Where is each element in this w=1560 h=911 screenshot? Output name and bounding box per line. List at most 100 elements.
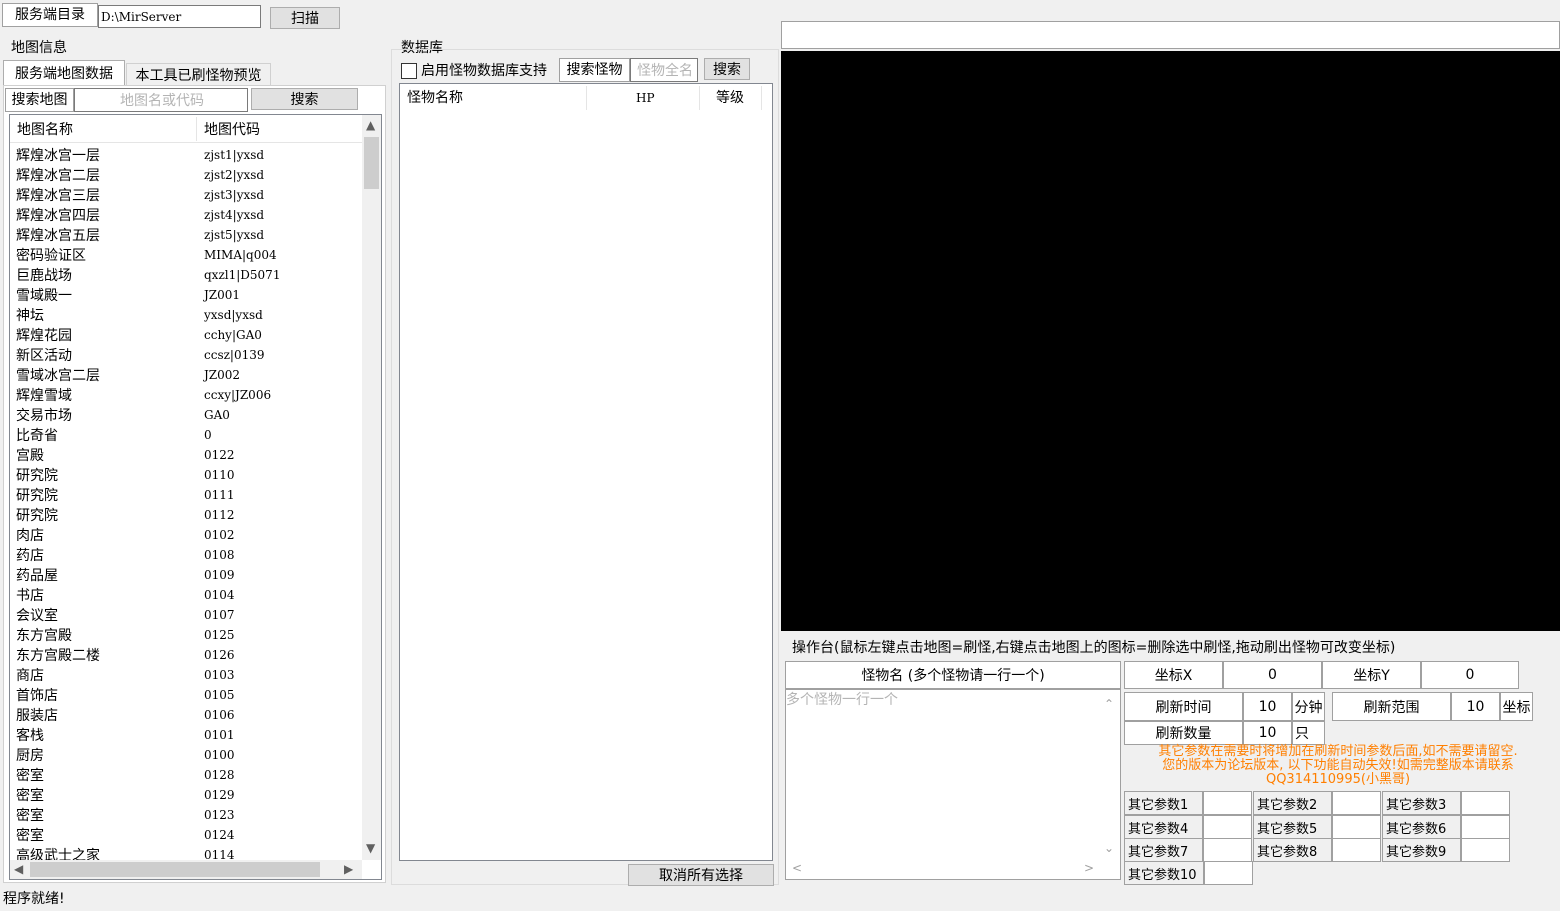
other-param-input[interactable] [1203, 815, 1252, 839]
map-list-vscroll[interactable]: ▲ ▼ [362, 115, 381, 860]
refresh-count-label: 刷新数量 [1124, 721, 1243, 745]
table-row[interactable]: 比奇省 0 [10, 425, 362, 445]
table-row[interactable]: 研究院 0111 [10, 485, 362, 505]
console-title: 操作台(鼠标左键点击地图=刷怪,右键点击地图上的图标=删除选中刷怪,拖动刷出怪物… [792, 640, 1396, 656]
map-code-cell: JZ001 [204, 288, 241, 302]
other-param-input[interactable] [1332, 815, 1381, 839]
table-row[interactable]: 雪域殿一 JZ001 [10, 285, 362, 305]
map-search-button[interactable]: 搜索 [251, 88, 358, 110]
table-row[interactable]: 密码验证区 MIMA|q004 [10, 245, 362, 265]
chevron-down-icon[interactable]: ▼ [366, 842, 375, 854]
map-code-cell: zjst3|yxsd [204, 188, 265, 202]
other-param-input[interactable] [1461, 838, 1510, 862]
table-row[interactable]: 会议室 0107 [10, 605, 362, 625]
chevron-left-icon[interactable]: ◀ [14, 863, 23, 875]
table-row[interactable]: 辉煌冰宫五层 zjst5|yxsd [10, 225, 362, 245]
col-map-code[interactable]: 地图代码 [204, 123, 260, 137]
map-code-cell: 0105 [204, 688, 235, 702]
map-name-cell: 密室 [16, 768, 44, 784]
map-name-cell: 比奇省 [16, 428, 58, 444]
map-list[interactable]: 地图名称 地图代码 辉煌冰宫一层 zjst1|yxsd 辉煌冰宫二层 zjst2|yx… [9, 114, 382, 880]
table-row[interactable]: 客栈 0101 [10, 725, 362, 745]
table-row[interactable]: 书店 0104 [10, 585, 362, 605]
table-row[interactable]: 辉煌冰宫三层 zjst3|yxsd [10, 185, 362, 205]
table-row[interactable]: 药品屋 0109 [10, 565, 362, 585]
table-row[interactable]: 雪域冰宫二层 JZ002 [10, 365, 362, 385]
tab-spawned-preview[interactable]: 本工具已刷怪物预览 [126, 63, 271, 85]
col-level[interactable]: 等级 [716, 91, 744, 105]
other-param-label: 其它参数1 [1124, 791, 1203, 815]
other-param-input[interactable] [1203, 791, 1252, 815]
chevron-right-icon[interactable]: ▶ [344, 863, 353, 875]
table-row[interactable]: 东方宫殿 0125 [10, 625, 362, 645]
map-code-cell: zjst5|yxsd [204, 228, 265, 242]
refresh-time-input[interactable]: 10 [1243, 692, 1292, 721]
other-param-input[interactable] [1461, 791, 1510, 815]
table-row[interactable]: 辉煌冰宫一层 zjst1|yxsd [10, 145, 362, 165]
other-param-input[interactable] [1461, 815, 1510, 839]
map-name-cell: 宫殿 [16, 448, 44, 464]
map-name-cell: 辉煌冰宫一层 [16, 148, 100, 164]
col-map-name[interactable]: 地图名称 [17, 123, 73, 137]
clear-selection-button[interactable]: 取消所有选择 [628, 864, 774, 886]
table-row[interactable]: 辉煌雪域 ccxy|JZ006 [10, 385, 362, 405]
coord-x-input[interactable]: 0 [1223, 661, 1322, 689]
table-row[interactable]: 药店 0108 [10, 545, 362, 565]
chevron-right-icon[interactable]: > [1084, 862, 1094, 874]
chevron-up-icon[interactable]: ⌃ [1104, 698, 1114, 710]
table-row[interactable]: 研究院 0112 [10, 505, 362, 525]
map-name-cell: 研究院 [16, 488, 58, 504]
refresh-count-input[interactable]: 10 [1243, 721, 1292, 745]
other-param-input[interactable] [1332, 838, 1381, 862]
table-row[interactable]: 宫殿 0122 [10, 445, 362, 465]
table-row[interactable]: 研究院 0110 [10, 465, 362, 485]
table-row[interactable]: 肉店 0102 [10, 525, 362, 545]
table-row[interactable]: 辉煌花园 cchy|GA0 [10, 325, 362, 345]
table-row[interactable]: 新区活动 ccsz|0139 [10, 345, 362, 365]
hscroll-thumb[interactable] [30, 862, 320, 877]
map-code-cell: 0 [204, 428, 212, 442]
chevron-down-icon[interactable]: ⌄ [1104, 842, 1114, 854]
table-row[interactable]: 密室 0128 [10, 765, 362, 785]
table-row[interactable]: 神坛 yxsd|yxsd [10, 305, 362, 325]
notice-line-3: QQ314110995(小黑哥) [1265, 772, 1411, 787]
col-hp[interactable]: HP [636, 92, 655, 104]
table-row[interactable]: 密室 0124 [10, 825, 362, 845]
enable-db-label[interactable]: 启用怪物数据库支持 [421, 64, 547, 78]
monster-search-label: 搜索怪物 [559, 58, 630, 82]
enable-db-checkbox[interactable] [401, 63, 417, 79]
map-list-hscroll[interactable]: ◀ ▶ [10, 860, 362, 879]
table-row[interactable]: 巨鹿战场 qxzl1|D5071 [10, 265, 362, 285]
monster-list[interactable]: 怪物名称 HP 等级 [399, 83, 773, 861]
table-row[interactable]: 商店 0103 [10, 665, 362, 685]
monster-search-button[interactable]: 搜索 [704, 58, 750, 80]
coord-y-input[interactable]: 0 [1421, 661, 1519, 689]
table-row[interactable]: 辉煌冰宫四层 zjst4|yxsd [10, 205, 362, 225]
other-param-label: 其它参数6 [1382, 815, 1461, 839]
server-dir-input[interactable]: D:\MirServer [98, 5, 261, 28]
table-row[interactable]: 首饰店 0105 [10, 685, 362, 705]
table-row[interactable]: 服装店 0106 [10, 705, 362, 725]
table-row[interactable]: 密室 0129 [10, 785, 362, 805]
map-name-cell: 巨鹿战场 [16, 268, 72, 284]
monster-name-textarea[interactable]: 多个怪物一行一个 ⌃ ⌄ < > [785, 689, 1121, 880]
col-monster-name[interactable]: 怪物名称 [407, 91, 463, 105]
other-param-input[interactable] [1332, 791, 1381, 815]
chevron-left-icon[interactable]: < [792, 862, 802, 874]
monster-search-input[interactable]: 怪物全名 [630, 58, 698, 82]
vscroll-thumb[interactable] [364, 137, 379, 189]
map-search-input[interactable]: 地图名或代码 [74, 88, 248, 112]
chevron-up-icon[interactable]: ▲ [366, 119, 375, 131]
table-row[interactable]: 辉煌冰宫二层 zjst2|yxsd [10, 165, 362, 185]
table-row[interactable]: 密室 0123 [10, 805, 362, 825]
table-row[interactable]: 厨房 0100 [10, 745, 362, 765]
tab-server-map-data[interactable]: 服务端地图数据 [3, 60, 125, 85]
table-row[interactable]: 东方宫殿二楼 0126 [10, 645, 362, 665]
other-param-input[interactable] [1203, 838, 1252, 862]
other-param-input[interactable] [1204, 861, 1253, 885]
map-code-cell: qxzl1|D5071 [204, 268, 281, 282]
refresh-range-input[interactable]: 10 [1451, 692, 1500, 721]
table-row[interactable]: 交易市场 GA0 [10, 405, 362, 425]
scan-button[interactable]: 扫描 [270, 7, 340, 29]
map-canvas[interactable] [781, 51, 1560, 631]
